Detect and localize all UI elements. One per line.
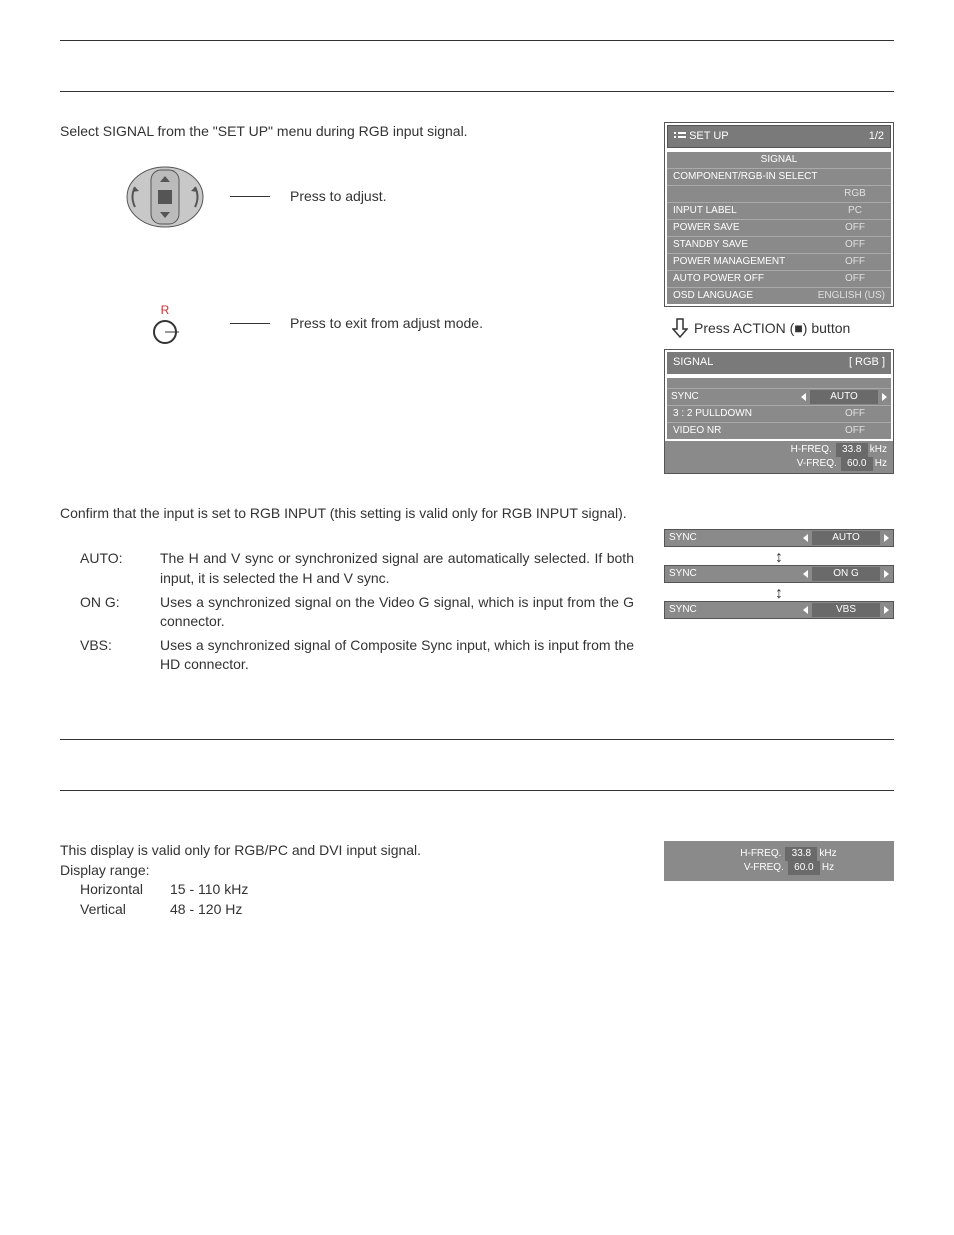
setup-menu-osd: SET UP 1/2 SIGNAL COMPONENT/RGB-IN SELEC…: [664, 122, 894, 307]
sync-options-stack: SYNC AUTO ↕ SYNC ON G ↕ SYNC VBS: [664, 529, 894, 679]
display-range-label: Display range:: [60, 861, 634, 881]
def-ong: ON G: Uses a synchronized signal on the …: [80, 593, 634, 632]
setup-menu-page: 1/2: [869, 129, 884, 144]
action-hint: Press ACTION (■) button: [672, 317, 894, 339]
setup-menu-title: SET UP: [674, 129, 729, 144]
setup-signal-heading: SIGNAL: [667, 152, 891, 168]
range-horizontal: Horizontal 15 - 110 kHz: [80, 880, 634, 900]
updown-arrow-icon: ↕: [664, 551, 894, 565]
confirm-text: Confirm that the input is set to RGB INP…: [60, 504, 894, 524]
intro-text: Select SIGNAL from the "SET UP" menu dur…: [60, 122, 634, 142]
updown-arrow-icon: ↕: [664, 587, 894, 601]
range-vertical: Vertical 48 - 120 Hz: [80, 900, 634, 920]
def-vbs: VBS: Uses a synchronized signal of Compo…: [80, 636, 634, 675]
press-exit-label: Press to exit from adjust mode.: [290, 314, 483, 334]
signal-menu-osd: SIGNAL [ RGB ] SYNC AUTO 3 : 2 PULLDOWNO…: [664, 349, 894, 473]
down-arrow-icon: [672, 317, 688, 339]
def-auto: AUTO: The H and V sync or synchronized s…: [80, 549, 634, 588]
r-button-icon: R: [120, 302, 210, 347]
press-adjust-label: Press to adjust.: [290, 187, 387, 207]
nav-pad-icon: [120, 162, 210, 232]
signal-menu-mode: [ RGB ]: [849, 355, 885, 370]
freq-display-osd: H-FREQ.33.8kHz V-FREQ.60.0Hz: [664, 841, 894, 881]
freq-note-text: This display is valid only for RGB/PC an…: [60, 841, 634, 861]
signal-menu-title: SIGNAL: [673, 355, 713, 370]
